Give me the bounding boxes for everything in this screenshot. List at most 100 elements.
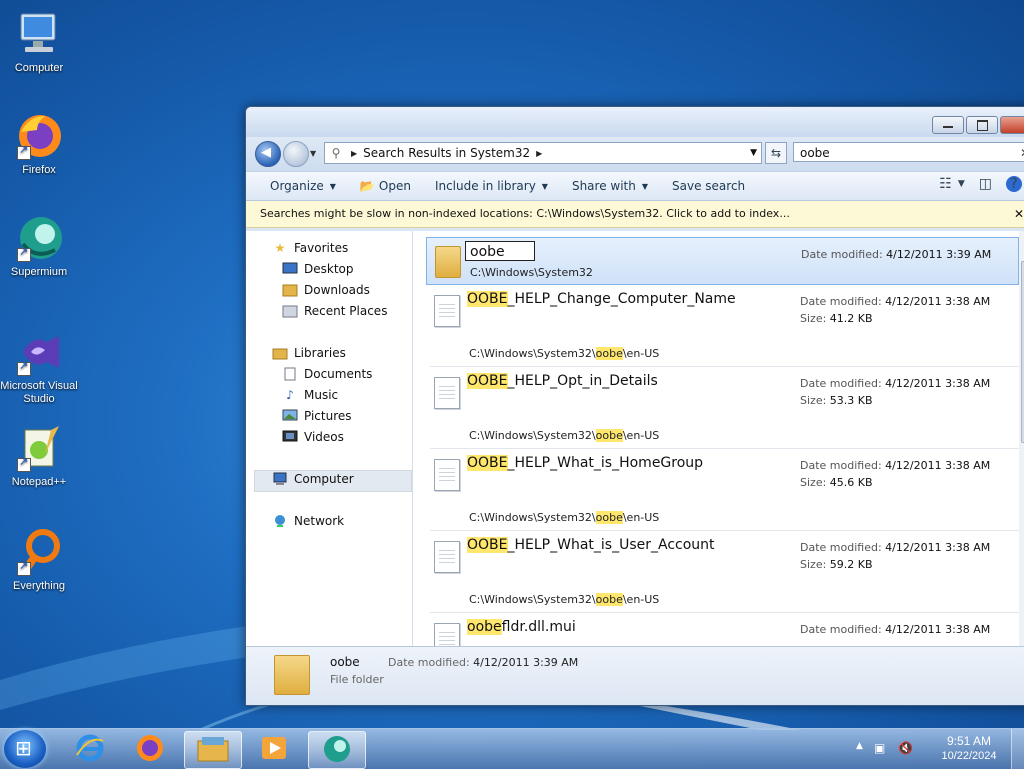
open-button[interactable]: 📂 Open — [360, 179, 411, 193]
taskbar-firefox-button[interactable] — [122, 731, 178, 767]
desktop-icon-supermium[interactable]: Supermium — [0, 214, 78, 279]
nav-pictures[interactable]: Pictures — [282, 409, 352, 423]
explorer-window[interactable]: ▼ ⚲ ▶ Search Results in System32 ▶ ▼ ⇆ o… — [245, 106, 1024, 706]
result-date: Date modified: 4/12/2011 3:38 AM — [800, 541, 990, 554]
desktop-icon-computer[interactable]: Computer — [0, 10, 78, 75]
nav-downloads[interactable]: Downloads — [282, 283, 370, 297]
minimize-button[interactable] — [932, 116, 964, 134]
result-row[interactable]: OOBE_HELP_Opt_in_Details Date modified: … — [426, 369, 1019, 449]
address-bar[interactable]: ⚲ ▶ Search Results in System32 ▶ ▼ — [324, 142, 762, 164]
desktop-icon-visual-studio[interactable]: Microsoft Visual Studio — [0, 328, 78, 406]
save-search-button[interactable]: Save search — [672, 179, 745, 193]
nav-label: Pictures — [304, 409, 352, 423]
recent-pages-dropdown-icon[interactable]: ▼ — [310, 149, 316, 158]
path-highlight: oobe — [595, 429, 623, 442]
row-divider — [430, 612, 1019, 613]
taskbar-ie-button[interactable] — [62, 731, 118, 767]
result-path: C:\Windows\System32\oobe\en-US — [469, 347, 659, 360]
navigation-pane: ★ Favorites Desktop Downloads Recent Plac… — [246, 231, 413, 646]
close-button[interactable] — [1000, 116, 1024, 134]
nav-desktop[interactable]: Desktop — [282, 262, 354, 276]
network-icon — [272, 514, 288, 528]
title-bar[interactable] — [246, 107, 1024, 137]
taskbar-explorer-button[interactable] — [184, 731, 242, 769]
change-view-icon[interactable]: ☷ — [939, 176, 952, 192]
documents-icon — [282, 367, 298, 381]
chevron-right-icon[interactable]: ▶ — [351, 149, 357, 158]
nav-music[interactable]: ♪ Music — [282, 388, 338, 402]
nav-label: Computer — [294, 472, 354, 486]
result-path: C:\Windows\System32 — [470, 266, 593, 279]
result-row[interactable]: oobefldr.dll.mui Date modified: 4/12/201… — [426, 615, 1019, 646]
nav-network[interactable]: Network — [272, 514, 344, 528]
result-row[interactable]: OOBE_HELP_What_is_HomeGroup Date modifie… — [426, 451, 1019, 531]
result-row[interactable]: OOBE_HELP_Change_Computer_Name Date modi… — [426, 287, 1019, 367]
result-row-folder[interactable]: oobe C:\Windows\System32 Date modified: … — [426, 237, 1019, 285]
preview-pane-icon[interactable]: ◫ — [979, 176, 992, 192]
maximize-button[interactable] — [966, 116, 998, 134]
details-date: Date modified: 4/12/2011 3:39 AM — [388, 656, 578, 669]
help-icon[interactable]: ? — [1006, 176, 1022, 192]
nav-label: Libraries — [294, 346, 346, 360]
row-divider — [430, 366, 1019, 367]
clock[interactable]: 9:51 AM 10/22/2024 — [934, 734, 1004, 764]
rename-input[interactable]: oobe — [465, 241, 535, 261]
volume-muted-icon[interactable]: 🔇 — [898, 741, 913, 755]
result-name: OOBE_HELP_What_is_HomeGroup — [467, 455, 703, 471]
address-path: Search Results in System32 — [363, 146, 531, 160]
address-dropdown-icon[interactable]: ▼ — [750, 148, 757, 158]
name-highlight: OOBE — [467, 291, 508, 307]
clear-search-icon[interactable]: ✕ — [1020, 143, 1024, 163]
forward-button[interactable] — [283, 141, 309, 167]
size-label: Size: — [800, 558, 827, 571]
desktop-icon-everything[interactable]: Everything — [0, 528, 78, 593]
nav-label: Documents — [304, 367, 373, 381]
nav-documents[interactable]: Documents — [282, 367, 372, 381]
nav-computer[interactable]: Computer — [272, 472, 354, 486]
close-infobar-icon[interactable]: ✕ — [1014, 201, 1024, 227]
desktop-icon-firefox[interactable]: Firefox — [0, 112, 78, 177]
visual-studio-icon — [15, 328, 63, 376]
name-highlight: OOBE — [467, 537, 508, 553]
result-size: Size: 53.3 KB — [800, 394, 873, 407]
nav-libraries[interactable]: Libraries — [272, 346, 346, 360]
folder-icon — [435, 246, 461, 278]
date-label: Date modified: — [800, 377, 882, 390]
results-scrollbar[interactable] — [1019, 231, 1024, 646]
downloads-folder-icon — [282, 283, 298, 297]
nav-recent-places[interactable]: Recent Places — [282, 304, 387, 318]
desktop-icon-label: Computer — [14, 62, 64, 74]
nav-label: Desktop — [304, 262, 354, 276]
chevron-right-icon[interactable]: ▶ — [536, 149, 542, 158]
organize-button[interactable]: Organize ▼ — [270, 179, 336, 193]
taskbar: ▲ ▣ 🔇 9:51 AM 10/22/2024 — [0, 728, 1024, 769]
refresh-button[interactable]: ⇆ — [765, 142, 787, 164]
desktop-icon — [282, 262, 298, 276]
star-icon: ★ — [274, 241, 286, 255]
details-pane: oobe Date modified: 4/12/2011 3:39 AM Fi… — [246, 646, 1024, 705]
result-name: OOBE_HELP_Opt_in_Details — [467, 373, 658, 389]
share-with-button[interactable]: Share with ▼ — [572, 179, 648, 193]
show-desktop-button[interactable] — [1011, 729, 1024, 769]
path-pre: C:\Windows\System32\ — [469, 593, 596, 606]
firefox-icon — [15, 112, 63, 160]
result-date: Date modified: 4/12/2011 3:39 AM — [801, 248, 991, 261]
network-status-icon[interactable]: ▣ — [874, 741, 885, 755]
taskbar-media-player-button[interactable] — [246, 731, 302, 767]
document-icon — [434, 295, 460, 327]
desktop-icon-notepadpp[interactable]: Notepad++ — [0, 424, 78, 489]
nav-favorites[interactable]: ★ Favorites — [272, 241, 349, 255]
search-input[interactable]: oobe ✕ — [793, 142, 1024, 162]
date-value: 4/12/2011 3:39 AM — [886, 248, 992, 261]
start-button[interactable] — [4, 730, 46, 768]
view-options-dropdown-icon[interactable]: ▼ — [958, 176, 965, 192]
show-hidden-icons-icon[interactable]: ▲ — [856, 741, 863, 751]
include-in-library-button[interactable]: Include in library ▼ — [435, 179, 548, 193]
name-highlight: OOBE — [467, 455, 508, 471]
search-results-list[interactable]: oobe C:\Windows\System32 Date modified: … — [426, 231, 1021, 646]
nav-videos[interactable]: Videos — [282, 430, 344, 444]
back-button[interactable] — [255, 141, 281, 167]
info-bar[interactable]: Searches might be slow in non-indexed lo… — [246, 201, 1024, 228]
result-row[interactable]: OOBE_HELP_What_is_User_Account Date modi… — [426, 533, 1019, 613]
taskbar-supermium-button[interactable] — [308, 731, 366, 769]
